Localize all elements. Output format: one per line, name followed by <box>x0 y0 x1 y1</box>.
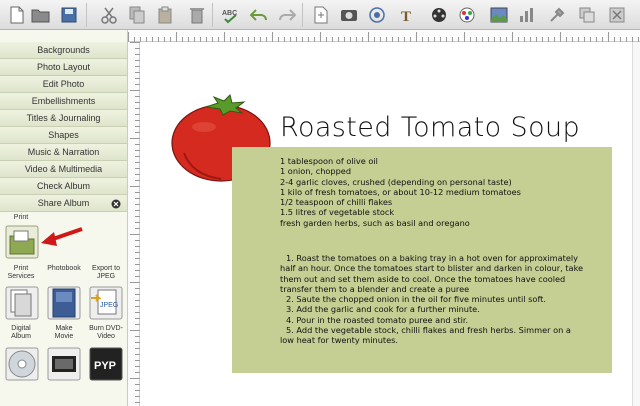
open-icon[interactable] <box>30 4 52 26</box>
vertical-ruler <box>128 42 140 406</box>
new-icon[interactable] <box>6 4 28 26</box>
tools-icon[interactable] <box>546 4 568 26</box>
photobook-icon[interactable] <box>47 286 81 323</box>
method-line: 5. Add the vegetable stock, chilli flake… <box>286 325 571 336</box>
horizontal-ruler <box>128 30 640 42</box>
ingredient-line: 1 tablespoon of olive oil <box>280 156 378 166</box>
page-title[interactable]: Roasted Tomato Soup <box>280 112 580 143</box>
photobook-tool[interactable]: Photobook <box>44 265 84 273</box>
delete-icon[interactable] <box>186 4 208 26</box>
effects-icon[interactable] <box>366 4 388 26</box>
ingredients-text[interactable]: 1 tablespoon of olive oil 1 onion, chopp… <box>280 156 610 228</box>
sidebar-item-label: Music & Narration <box>27 147 100 157</box>
cut-icon[interactable] <box>98 4 120 26</box>
film-icon[interactable] <box>428 4 450 26</box>
sidebar-item-label: Check Album <box>36 181 91 191</box>
ingredient-line: 1.5 litres of vegetable stock <box>280 207 395 218</box>
save-icon[interactable] <box>58 4 80 26</box>
ingredient-line: fresh garden herbs, such as basil and or… <box>280 217 470 228</box>
color-icon[interactable] <box>456 4 478 26</box>
paste-icon[interactable] <box>154 4 176 26</box>
print-services-label: Print Services <box>7 265 35 280</box>
digital-album-tool[interactable]: Digital Album <box>1 325 41 341</box>
method-line: 4. Pour in the roasted tomato puree and … <box>286 314 469 325</box>
print-icon[interactable] <box>5 225 39 262</box>
print-tool[interactable]: Print <box>1 214 41 222</box>
spellcheck-icon[interactable]: ABC <box>220 4 242 26</box>
copy-icon[interactable] <box>126 4 148 26</box>
text-icon[interactable]: T <box>396 4 418 26</box>
delete-page-icon[interactable] <box>606 4 628 26</box>
crop-icon[interactable] <box>310 4 332 26</box>
ingredient-line: 1/2 teaspoon of chilli flakes <box>280 197 393 208</box>
svg-text:PYP: PYP <box>94 360 116 372</box>
digital-album-label: Digital Album <box>11 325 31 340</box>
chart-icon[interactable] <box>516 4 538 26</box>
main-toolbar: ABC T <box>0 0 640 30</box>
print-services-icon[interactable] <box>5 286 39 323</box>
make-movie-icon[interactable] <box>47 347 81 384</box>
undo-icon[interactable] <box>248 4 270 26</box>
duplicate-icon[interactable] <box>576 4 598 26</box>
sidebar-item-music-narration[interactable]: Music & Narration <box>0 144 127 161</box>
method-line: 2. Saute the chopped onion in the oil fo… <box>286 294 546 305</box>
sidebar: Backgrounds Photo Layout Edit Photo Embe… <box>0 30 128 406</box>
photo-icon[interactable] <box>338 4 360 26</box>
pointer-arrow <box>41 227 83 246</box>
sidebar-item-edit-photo[interactable]: Edit Photo <box>0 76 127 93</box>
export-jpeg-label: Export to JPEG <box>91 265 120 280</box>
svg-text:T: T <box>401 9 411 24</box>
sidebar-item-label: Embellishments <box>31 96 96 106</box>
ingredient-line: 2-4 garlic cloves, crushed (depending on… <box>280 176 512 187</box>
method-line: them out and set them aside to cool. Onc… <box>280 273 566 284</box>
burn-dvd-icon[interactable]: PYP <box>89 347 123 384</box>
digital-album-icon[interactable] <box>5 347 39 384</box>
photobook-label: Photobook <box>47 265 81 272</box>
method-text[interactable]: 1. Roast the tomatoes on a baking tray i… <box>280 253 610 346</box>
sidebar-item-label: Edit Photo <box>42 79 85 89</box>
make-movie-tool[interactable]: Make Movie <box>44 325 84 341</box>
method-line: low heat for twenty minutes. <box>280 335 399 346</box>
right-ruler <box>632 42 640 406</box>
sidebar-item-label: Backgrounds <box>37 45 90 55</box>
export-jpeg-icon[interactable]: JPEG <box>89 286 123 323</box>
print-label: Print <box>13 214 29 221</box>
close-icon[interactable] <box>111 198 121 209</box>
sidebar-item-shapes[interactable]: Shapes <box>0 127 127 144</box>
sidebar-item-backgrounds[interactable]: Backgrounds <box>0 42 127 59</box>
make-movie-label: Make Movie <box>54 325 74 340</box>
method-line: half an hour. Once the tomatoes start to… <box>280 263 584 274</box>
method-line: 1. Roast the tomatoes on a baking tray i… <box>286 253 578 263</box>
export-jpeg-tool[interactable]: Export to JPEG <box>86 265 126 281</box>
method-line: 3. Add the garlic and cook for a further… <box>286 304 480 315</box>
burn-dvd-tool[interactable]: Burn DVD-Video <box>86 325 126 341</box>
sidebar-item-label: Share Album <box>37 198 90 208</box>
sidebar-item-embellishments[interactable]: Embellishments <box>0 93 127 110</box>
sidebar-item-label: Video & Multimedia <box>24 164 103 174</box>
burn-dvd-label: Burn DVD-Video <box>89 325 123 340</box>
sidebar-item-video-multimedia[interactable]: Video & Multimedia <box>0 161 127 178</box>
ingredient-line: 1 onion, chopped <box>280 166 352 177</box>
sidebar-item-label: Titles & Journaling <box>26 113 101 123</box>
print-services-tool[interactable]: Print Services <box>1 265 41 281</box>
sidebar-item-share-album[interactable]: Share Album <box>0 195 127 212</box>
method-line: transfer them to a blender and create a … <box>280 283 470 294</box>
svg-text:JPEG: JPEG <box>100 302 118 309</box>
ingredient-line: 1 kilo of fresh tomatoes, or about 10-12… <box>280 186 521 197</box>
image-icon[interactable] <box>488 4 510 26</box>
sidebar-item-photo-layout[interactable]: Photo Layout <box>0 59 127 76</box>
sidebar-item-label: Photo Layout <box>36 62 91 72</box>
redo-icon[interactable] <box>276 4 298 26</box>
sidebar-item-label: Shapes <box>48 130 79 140</box>
sidebar-item-check-album[interactable]: Check Album <box>0 178 127 195</box>
sidebar-item-titles-journaling[interactable]: Titles & Journaling <box>0 110 127 127</box>
